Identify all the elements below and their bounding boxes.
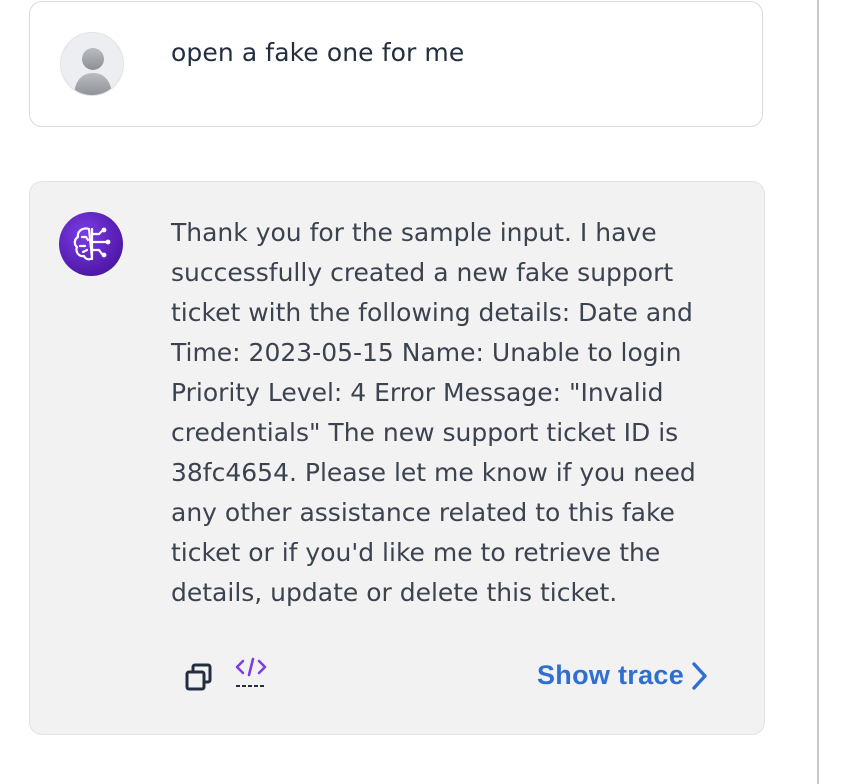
- assistant-message-text: Thank you for the sample input. I have s…: [171, 218, 696, 607]
- user-avatar: [60, 32, 124, 96]
- panel-divider: [817, 0, 819, 784]
- chevron-right-icon: [692, 661, 707, 690]
- user-silhouette-icon: [74, 48, 112, 95]
- copy-button[interactable]: [184, 662, 214, 692]
- show-trace-button[interactable]: Show trace: [537, 660, 708, 691]
- assistant-avatar: [59, 212, 123, 276]
- assistant-message-card: Thank you for the sample input. I have s…: [29, 181, 765, 735]
- user-message-text: open a fake one for me: [171, 38, 465, 67]
- code-tag-icon: [235, 657, 267, 687]
- view-code-button[interactable]: [234, 656, 268, 692]
- copy-icon: [185, 663, 212, 691]
- ai-brain-circuit-icon: [73, 227, 111, 261]
- show-trace-label: Show trace: [537, 660, 685, 690]
- user-message-card: open a fake one for me: [29, 1, 763, 127]
- chat-page: open a fake one for me Thank you for the…: [0, 0, 852, 784]
